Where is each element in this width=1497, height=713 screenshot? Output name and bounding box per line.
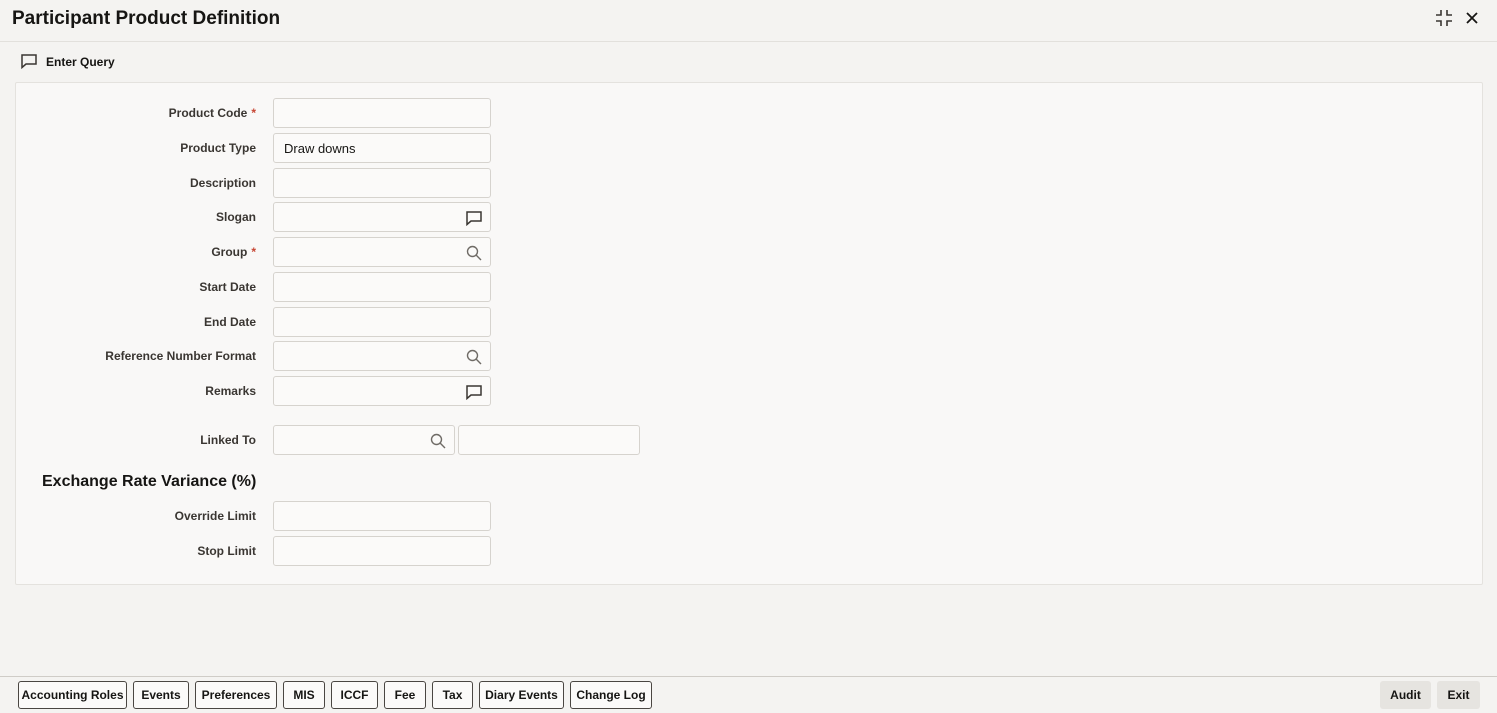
end-date-field[interactable] — [273, 307, 491, 337]
chat-bubble-icon[interactable] — [464, 208, 484, 228]
stop-limit-input[interactable] — [274, 537, 490, 565]
linked-to-label: Linked To — [200, 433, 256, 447]
remarks-input[interactable] — [274, 377, 490, 405]
slogan-input[interactable] — [274, 203, 490, 231]
product-type-input[interactable] — [274, 134, 490, 162]
description-input[interactable] — [274, 169, 490, 197]
group-field[interactable] — [273, 237, 491, 267]
slogan-label: Slogan — [215, 210, 256, 224]
search-icon[interactable] — [464, 347, 484, 367]
iccf-button[interactable]: ICCF — [331, 681, 378, 709]
reference-number-format-label: Reference Number Format — [105, 349, 256, 363]
toolbar: Enter Query — [0, 44, 1497, 80]
maximize-icon[interactable] — [1434, 8, 1454, 28]
linked-to-field[interactable] — [273, 425, 455, 455]
accounting-roles-button[interactable]: Accounting Roles — [18, 681, 127, 709]
chat-bubble-icon[interactable] — [464, 382, 484, 402]
linked-to-description-field[interactable] — [458, 425, 640, 455]
title-bar: Participant Product Definition — [0, 0, 1497, 42]
close-icon[interactable] — [1462, 8, 1482, 28]
override-limit-label: Override Limit — [174, 509, 256, 523]
stop-limit-field[interactable] — [273, 536, 491, 566]
change-log-button[interactable]: Change Log — [570, 681, 652, 709]
product-type-label: Product Type — [180, 141, 256, 155]
start-date-field[interactable] — [273, 272, 491, 302]
product-code-input[interactable] — [274, 99, 490, 127]
remarks-field[interactable] — [273, 376, 491, 406]
product-code-label: Product Code * — [168, 106, 256, 120]
description-label: Description — [189, 176, 256, 190]
form-panel: Product Code* Product Type Description S… — [15, 82, 1483, 585]
remarks-label: Remarks — [205, 384, 256, 398]
chat-bubble-icon — [20, 53, 38, 72]
group-input[interactable] — [274, 238, 490, 266]
linked-to-description-input[interactable] — [459, 426, 639, 454]
footer-toolbar: Accounting Roles Events Preferences MIS … — [0, 676, 1497, 713]
product-code-field[interactable] — [273, 98, 491, 128]
linked-to-input[interactable] — [274, 426, 454, 454]
diary-events-button[interactable]: Diary Events — [479, 681, 564, 709]
page-title: Participant Product Definition — [12, 8, 281, 29]
search-icon[interactable] — [428, 431, 448, 451]
exit-button[interactable]: Exit — [1437, 681, 1480, 709]
required-marker: * — [251, 245, 256, 259]
enter-query-button[interactable]: Enter Query — [20, 52, 115, 72]
audit-button[interactable]: Audit — [1380, 681, 1431, 709]
start-date-label: Start Date — [199, 280, 256, 294]
preferences-button[interactable]: Preferences — [195, 681, 277, 709]
start-date-input[interactable] — [274, 273, 490, 301]
product-type-field[interactable] — [273, 133, 491, 163]
reference-number-format-input[interactable] — [274, 342, 490, 370]
enter-query-label: Enter Query — [46, 55, 115, 69]
search-icon[interactable] — [464, 243, 484, 263]
reference-number-format-field[interactable] — [273, 341, 491, 371]
end-date-input[interactable] — [274, 308, 490, 336]
stop-limit-label: Stop Limit — [197, 544, 256, 558]
events-button[interactable]: Events — [133, 681, 189, 709]
description-field[interactable] — [273, 168, 491, 198]
override-limit-input[interactable] — [274, 502, 490, 530]
group-label: Group * — [211, 245, 256, 259]
override-limit-field[interactable] — [273, 501, 491, 531]
required-marker: * — [251, 106, 256, 120]
exchange-rate-variance-title: Exchange Rate Variance (%) — [42, 473, 257, 490]
fee-button[interactable]: Fee — [384, 681, 426, 709]
mis-button[interactable]: MIS — [283, 681, 325, 709]
end-date-label: End Date — [203, 315, 256, 329]
slogan-field[interactable] — [273, 202, 491, 232]
tax-button[interactable]: Tax — [432, 681, 473, 709]
